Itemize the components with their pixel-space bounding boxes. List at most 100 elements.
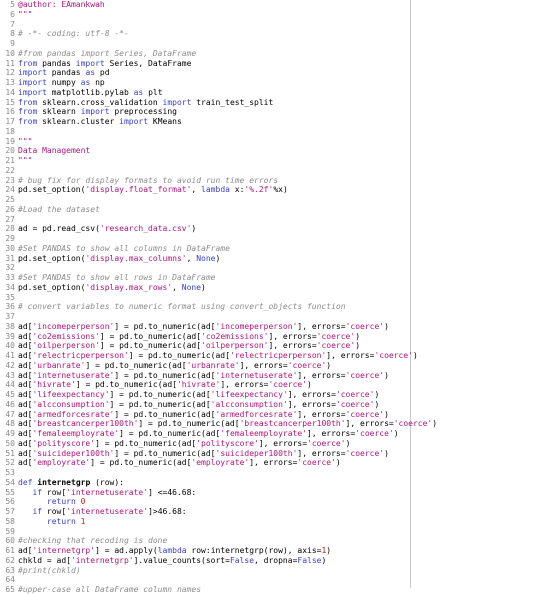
code-token: ].value_counts(sort= [133,555,230,565]
code-token: ) [384,321,389,331]
line-text: #from pandas import Series, DataFrame [18,49,196,58]
code-line[interactable]: 54 def internetgrp (row): [0,478,540,488]
line-number: 36 [5,302,15,312]
code-line[interactable]: 22 [0,166,540,176]
code-line[interactable]: 53 [0,468,540,478]
code-line[interactable]: 9 [0,39,540,49]
code-line[interactable]: 34 pd.set_option('display.max_rows', None… [0,283,540,293]
code-line[interactable]: 47 ad['armedforcesrate'] = pd.to_numeric(… [0,410,540,420]
code-line[interactable]: 58 return 1 [0,517,540,527]
code-line[interactable]: 20 Data Management [0,146,540,156]
code-token: Series, DataFrame [104,58,192,68]
code-line[interactable]: 65 #upper-case all DataFrame column names [0,585,540,595]
code-line[interactable]: 46 ad['alcconsumption'] = pd.to_numeric(a… [0,400,540,410]
line-number: 10 [5,48,15,58]
code-line[interactable]: 39 ad['co2emissions'] = pd.to_numeric(ad[… [0,332,540,342]
code-line[interactable]: 5 @author: EAmankwah [0,0,540,10]
line-text: #Set PANDAS to show all rows in DataFram… [18,273,215,282]
line-number: 29 [5,234,15,243]
code-line[interactable]: 32 [0,263,540,273]
code-line[interactable]: 21 """ [0,156,540,166]
code-token: ) [326,360,332,370]
code-token: None [196,253,216,263]
code-line[interactable]: 27 [0,215,540,225]
code-token: chkld = ad[ [18,555,71,565]
code-line[interactable]: 12 import pandas as pd [0,68,540,78]
code-token: 'incomeperperson' [32,321,115,331]
code-line[interactable]: 63 #print(chkld) [0,566,540,576]
code-token: ad[ [18,409,33,419]
code-token: import [80,107,110,117]
code-token: return [46,497,76,507]
code-line[interactable]: 38 ad['incomeperperson'] = pd.to_numeric(… [0,322,540,332]
code-line[interactable]: 7 [0,20,540,30]
code-line[interactable]: 62 chkld = ad['internetgrp'].value_counts… [0,556,540,566]
code-line[interactable]: 57 if row['internetuserate']>46.68: [0,507,540,517]
code-line[interactable]: 11 from pandas import Series, DataFrame [0,59,540,69]
code-line[interactable]: 8 # -*- coding: utf-8 -*- [0,29,540,39]
code-line[interactable]: 50 ad['polityscore'] = pd.to_numeric(ad['… [0,439,540,449]
code-token: 'coerce' [297,458,336,468]
code-token: 'urbanrate' [32,360,86,370]
code-token: ) [321,555,327,565]
code-line[interactable]: 55 if row['internetuserate'] <=46.68: [0,488,540,498]
code-token: train_test_split [191,97,274,107]
code-line[interactable]: 61 ad['internetgrp'] = ad.apply(lambda ro… [0,546,540,556]
code-line[interactable]: 6 """ [0,10,540,20]
code-line[interactable]: 14 import matplotlib.pylab as plt [0,88,540,98]
code-line[interactable]: 60 #checking that recoding is done [0,536,540,546]
code-token: pandas [46,68,86,78]
code-line[interactable]: 18 [0,127,540,137]
code-line[interactable]: 28 ad = pd.read_csv('research_data.csv') [0,224,540,234]
code-line[interactable]: 56 return 0 [0,497,540,507]
code-line[interactable]: 43 ad['internetuserate'] = pd.to_numeric(… [0,371,540,381]
code-line[interactable]: 64 [0,575,540,585]
line-text: ad['suicideper100th'] = pd.to_numeric(ad… [18,449,389,458]
code-line[interactable]: 24 pd.set_option('display.float_format', … [0,185,540,195]
code-line[interactable]: 31 pd.set_option('display.max_columns', N… [0,254,540,264]
code-line[interactable]: 16 from sklearn import preprocessing [0,107,540,117]
code-token: ], errors= [297,321,346,331]
code-line[interactable]: 49 ad['femaleemployrate'] = pd.to_numeric… [0,429,540,439]
code-token: ] = pd.to_numeric(ad[ [95,438,197,448]
line-text: #Load the dataset [18,205,100,214]
code-token: 'coerce' [335,390,375,399]
code-token: if [32,487,43,497]
code-line[interactable]: 26 #Load the dataset [0,205,540,215]
line-text: pd.set_option('display.float_format', la… [18,185,288,194]
code-line[interactable]: 45 ad['lifeexpectancy'] = pd.to_numeric(a… [0,390,540,400]
code-line[interactable]: 15 from sklearn.cross_validation import t… [0,98,540,108]
code-line[interactable]: 17 from sklearn.cluster import KMeans [0,117,540,127]
line-number: 63 [5,565,15,575]
code-line[interactable]: 37 [0,312,540,322]
code-line[interactable]: 42 ad['urbanrate'] = pd.to_numeric(ad['ur… [0,361,540,371]
code-line[interactable]: 52 ad['employrate'] = pd.to_numeric(ad['e… [0,458,540,468]
code-line[interactable]: 40 ad['oilperperson'] = pd.to_numeric(ad[… [0,341,540,351]
code-line[interactable]: 23 # bug fix for display formats to avoid… [0,176,540,186]
code-line[interactable]: 13 import numpy as np [0,78,540,88]
code-editor[interactable]: 5 @author: EAmankwah 6 """ 7 8 # -*- coding: u… [0,0,540,594]
code-token: 1 [80,516,86,526]
code-line[interactable]: 44 ad['hivrate'] = pd.to_numeric(ad['hivr… [0,380,540,390]
code-line[interactable]: 10 #from pandas import Series, DataFrame [0,49,540,59]
code-line[interactable]: 59 [0,527,540,537]
code-token: 'coerce' [307,438,346,448]
code-token: 'internetuserate' [66,487,149,497]
code-token: ad[ [18,390,33,399]
code-area[interactable]: 5 @author: EAmankwah 6 """ 7 8 # -*- coding: u… [0,0,540,595]
code-token: import [18,78,47,87]
code-line[interactable]: 25 [0,195,540,205]
code-line[interactable]: 48 ad['breastcancerper100th'] = pd.to_num… [0,419,540,429]
code-line[interactable]: 33 #Set PANDAS to show all rows in DataFr… [0,273,540,283]
code-line[interactable]: 30 #Set PANDAS to show all columns in Dat… [0,244,540,254]
code-line[interactable]: 35 [0,293,540,303]
code-token: ad[ [18,341,33,351]
code-line[interactable]: 41 ad['relectricperperson'] = pd.to_numer… [0,351,540,361]
code-line[interactable]: 51 ad['suicideper100th'] = pd.to_numeric(… [0,449,540,459]
code-line[interactable]: 19 """ [0,137,540,147]
code-line[interactable]: 29 [0,234,540,244]
code-line[interactable]: 36 # convert variables to numeric format … [0,302,540,312]
code-token: 0 [80,497,86,507]
code-token: 'coerce' [345,409,385,419]
